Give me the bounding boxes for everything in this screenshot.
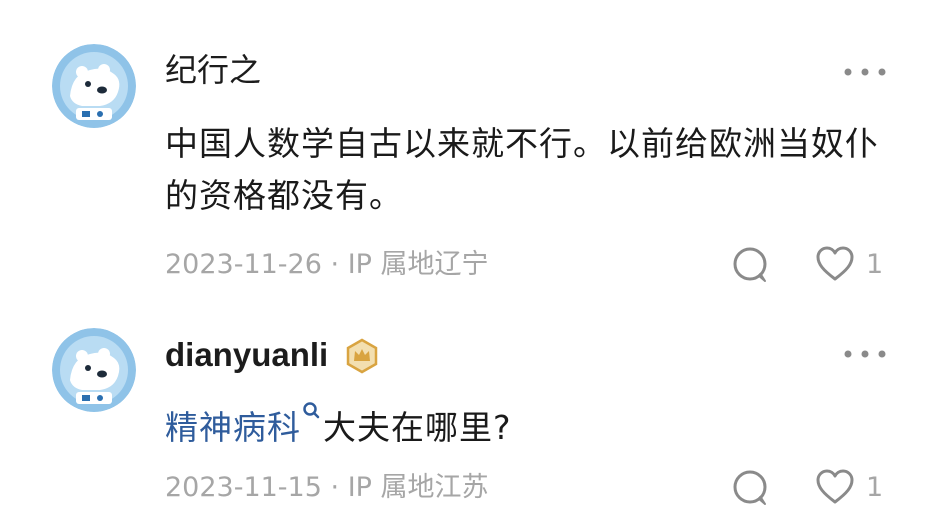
- comment-text: 中国人数学自古以来就不行。以前给欧洲当奴仆的资格都没有。: [165, 124, 879, 215]
- ip-location: IP 属地江苏: [347, 472, 489, 503]
- more-dots-icon[interactable]: [842, 344, 888, 364]
- search-icon[interactable]: [301, 400, 321, 422]
- heart-icon[interactable]: [815, 468, 855, 508]
- meta-separator: ·: [330, 249, 348, 280]
- ip-location: IP 属地辽宁: [347, 249, 489, 280]
- avatar[interactable]: [52, 44, 136, 128]
- like-count: 1: [866, 472, 884, 503]
- comment-text-rest: 大夫在哪里?: [323, 408, 512, 447]
- gold-crown-badge-icon[interactable]: [344, 338, 380, 374]
- more-dots-icon[interactable]: [842, 62, 888, 82]
- username[interactable]: 纪行之: [165, 50, 261, 90]
- search-keyword-link[interactable]: 精神病科: [165, 408, 301, 447]
- comment-meta: 2023-11-26 · IP 属地辽宁: [165, 248, 489, 282]
- comment-item: 纪行之 中国人数学自古以来就不行。以前给欧洲当奴仆的资格都没有。 2023-11…: [0, 0, 945, 300]
- heart-icon[interactable]: [815, 245, 855, 285]
- comment-bubble-icon[interactable]: [730, 468, 770, 508]
- comment-item: dianyuanli 精神病科 大夫在哪里? 2023-11-15 · IP 属地…: [0, 300, 945, 519]
- polar-bear-astronaut-avatar-icon: [52, 328, 136, 412]
- comment-date: 2023-11-15: [165, 472, 322, 503]
- avatar[interactable]: [52, 328, 136, 412]
- comment-date: 2023-11-26: [165, 249, 322, 280]
- username[interactable]: dianyuanli: [165, 335, 328, 375]
- comment-meta: 2023-11-15 · IP 属地江苏: [165, 471, 489, 505]
- comment-text: 精神病科 大夫在哪里?: [165, 402, 885, 454]
- comment-bubble-icon[interactable]: [730, 245, 770, 285]
- meta-separator: ·: [330, 472, 348, 503]
- polar-bear-astronaut-avatar-icon: [52, 44, 136, 128]
- like-count: 1: [866, 249, 884, 280]
